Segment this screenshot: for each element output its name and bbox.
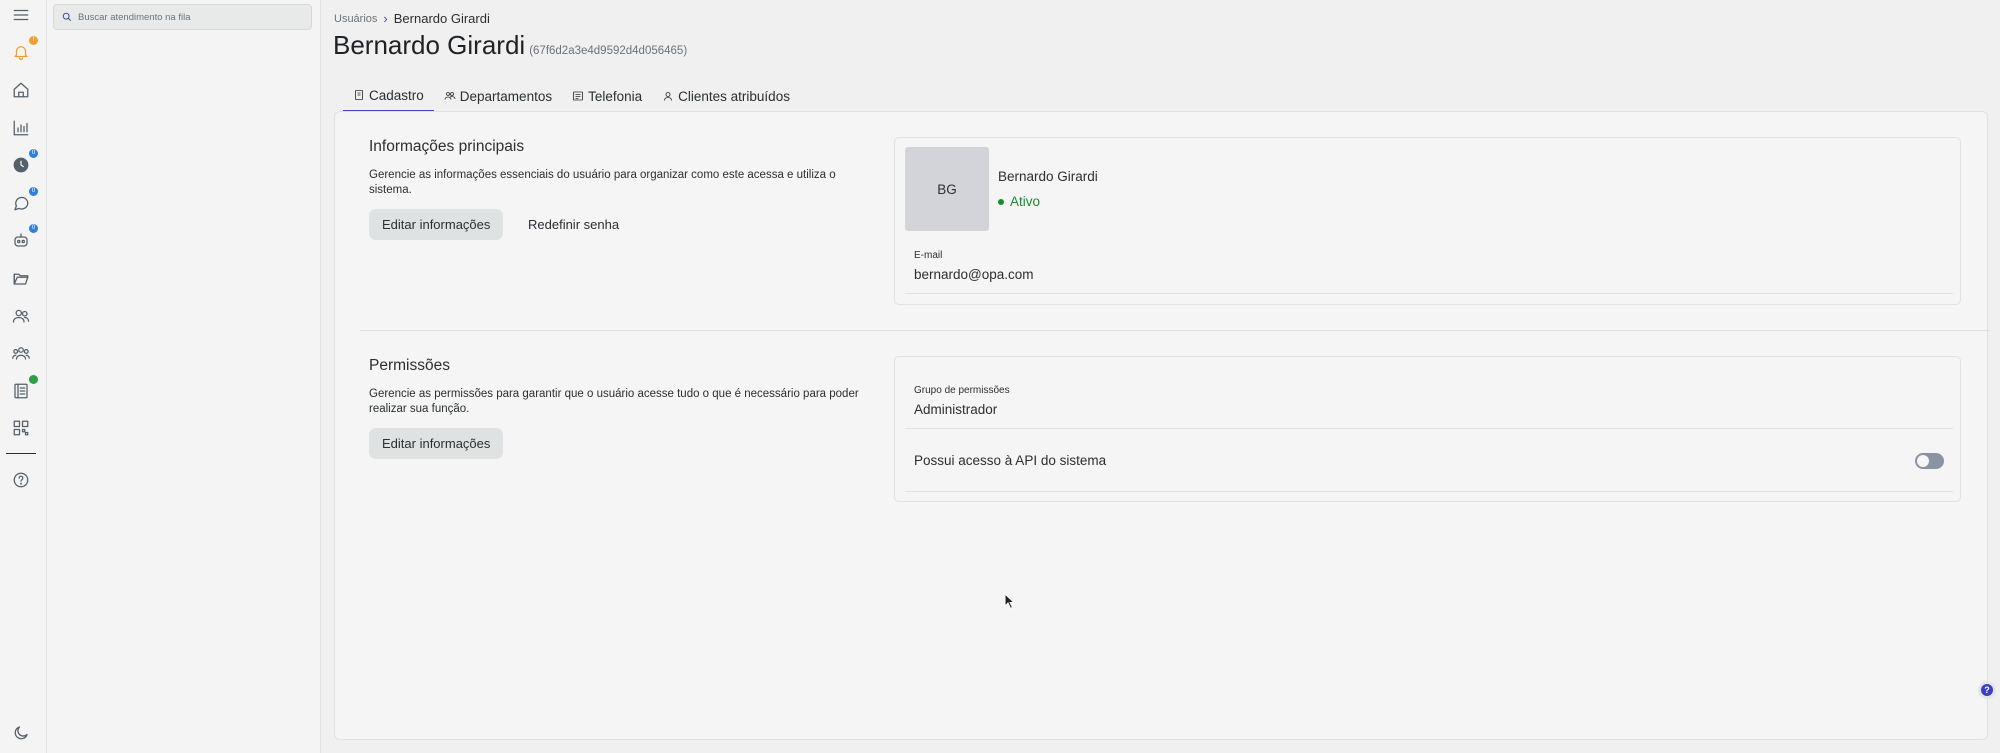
permission-group-value: Administrador <box>914 402 998 417</box>
tab-label: Clientes atribuídos <box>678 88 790 104</box>
reset-password-button[interactable]: Redefinir senha <box>515 209 632 240</box>
chat-icon[interactable]: 0 <box>10 187 38 214</box>
user-id: (67f6d2a3e4d9592d4d056465) <box>529 45 688 57</box>
history-clock-icon[interactable]: 0 <box>10 149 38 176</box>
profile-name: Bernardo Girardi <box>998 169 1098 184</box>
users-group-icon <box>444 92 456 100</box>
queue-panel <box>47 0 321 753</box>
breadcrumb-current: Bernardo Girardi <box>393 11 490 26</box>
chat-badge: 0 <box>29 187 38 196</box>
user-badge-icon <box>664 92 673 101</box>
tab-label: Departamentos <box>459 88 553 104</box>
bot-icon[interactable]: 0 <box>10 224 38 251</box>
document-icon <box>355 90 363 100</box>
toggle-knob <box>1917 455 1929 467</box>
permissions-section-title: Permissões <box>369 357 450 374</box>
home-icon[interactable] <box>10 79 32 101</box>
help-icon: ? <box>1981 684 1993 696</box>
permission-group-underline <box>905 428 1953 429</box>
tab-label: Telefonia <box>588 88 643 104</box>
notification-bell-icon[interactable]: ! <box>10 36 38 63</box>
breadcrumb-users-link[interactable]: Usuários <box>334 13 377 25</box>
tab-telefonia[interactable]: Telefonia <box>562 80 652 112</box>
email-label: E-mail <box>914 250 943 261</box>
status-dot-icon <box>998 198 1004 205</box>
rail-divider <box>6 453 36 454</box>
tab-bar: Cadastro Departamentos Telefonia Cliente… <box>343 80 800 112</box>
section-divider <box>360 330 1990 331</box>
user-title: Bernardo Girardi <box>333 30 526 60</box>
tab-label: Cadastro <box>369 87 424 103</box>
notification-badge: ! <box>29 36 38 45</box>
tab-cadastro[interactable]: Cadastro <box>343 80 434 112</box>
tab-departamentos[interactable]: Departamentos <box>434 80 562 112</box>
edit-info-button[interactable]: Editar informações <box>369 209 504 240</box>
dark-mode-moon-icon[interactable] <box>10 722 32 744</box>
chevron-right-icon: › <box>383 11 388 26</box>
email-value: bernardo@opa.com <box>914 267 1034 282</box>
help-button[interactable]: ? <box>1978 681 1996 699</box>
api-access-toggle[interactable] <box>1915 453 1944 469</box>
tab-clientes-atribuidos[interactable]: Clientes atribuídos <box>652 80 800 112</box>
status-dot <box>29 375 38 384</box>
history-badge: 0 <box>29 149 38 158</box>
page-title: Bernardo Girardi (67f6d2a3e4d9592d4d0564… <box>333 30 687 61</box>
status-badge: Ativo <box>998 194 1040 209</box>
phone-book-icon <box>573 91 584 101</box>
permissions-panel <box>894 356 1961 502</box>
info-section-description: Gerencie as informações essenciais do us… <box>369 169 836 196</box>
contacts-book-icon[interactable] <box>10 375 38 402</box>
search-icon <box>62 12 72 22</box>
nav-rail: ! 0 0 0 <box>0 0 47 753</box>
mouse-cursor-icon <box>1004 593 1016 610</box>
api-access-label: Possui acesso à API do sistema <box>914 453 1107 468</box>
help-circle-icon[interactable] <box>10 469 32 491</box>
breadcrumb: Usuários › Bernardo Girardi <box>334 11 490 26</box>
info-section-title: Informações principais <box>369 138 525 155</box>
menu-icon[interactable] <box>10 4 32 26</box>
profile-panel <box>894 137 1961 305</box>
status-text: Ativo <box>1010 194 1041 209</box>
users-icon[interactable] <box>10 305 32 327</box>
chart-icon[interactable] <box>10 117 32 139</box>
permission-group-label: Grupo de permissões <box>914 385 1010 396</box>
edit-permissions-button[interactable]: Editar informações <box>369 428 504 459</box>
folder-open-icon[interactable] <box>10 267 32 289</box>
queue-search[interactable] <box>53 4 312 30</box>
api-access-underline <box>905 491 1953 492</box>
permissions-section-description: Gerencie as permissões para garantir que… <box>369 388 859 415</box>
team-icon[interactable] <box>10 342 32 364</box>
apps-grid-icon[interactable] <box>10 417 32 439</box>
email-underline <box>905 293 1953 294</box>
bot-badge: 0 <box>29 224 38 233</box>
avatar: BG <box>905 147 989 231</box>
queue-search-input[interactable] <box>78 11 298 23</box>
